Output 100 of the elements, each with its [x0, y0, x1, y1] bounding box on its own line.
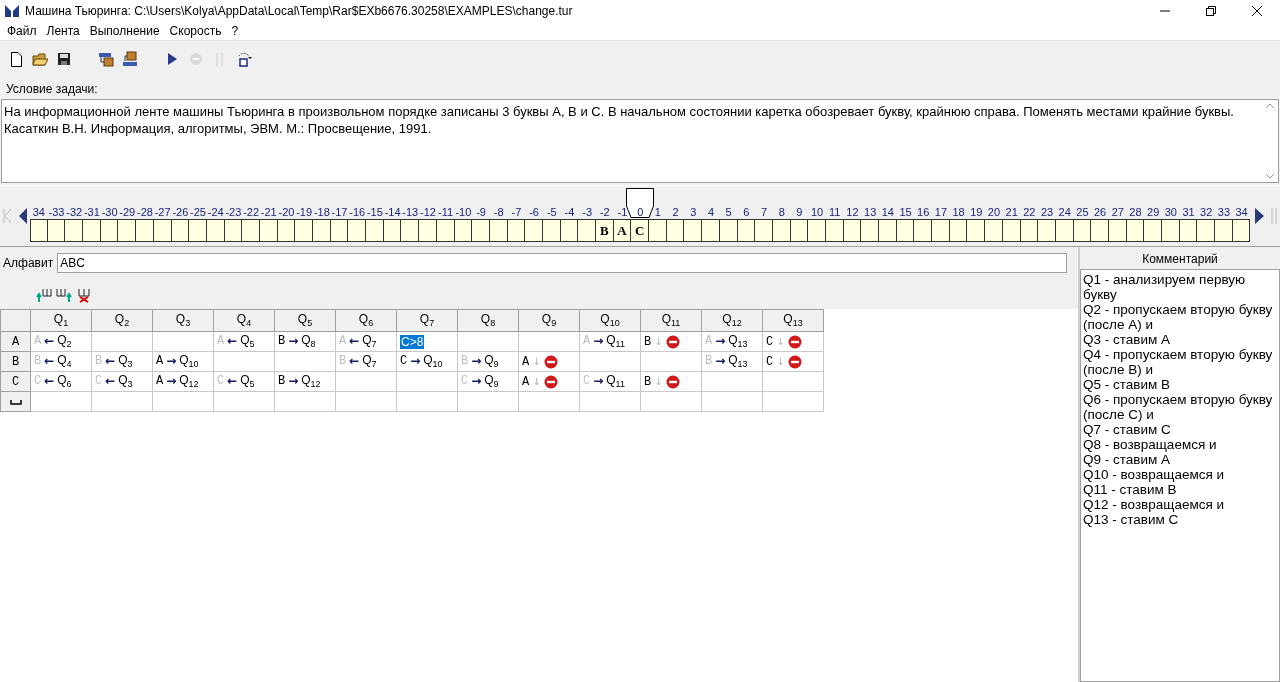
move-arrow: → — [593, 374, 604, 389]
tape-cell[interactable] — [702, 219, 720, 242]
state-column-header: Q$_{10}$ — [579, 309, 641, 332]
comment-line: Q6 - пропускаем вторую букву (после C) и — [1083, 392, 1274, 422]
tape-load-icon — [98, 51, 114, 67]
tape-position-label: 12 — [846, 205, 859, 219]
next-state-label: Q$_{11}$ — [606, 373, 625, 390]
tape-cell[interactable] — [348, 219, 367, 242]
state-column-header: Q$_{11}$ — [640, 309, 702, 332]
menu-item[interactable]: Файл — [2, 24, 42, 38]
tape-cell[interactable] — [313, 219, 331, 242]
scroll-down-icon[interactable] — [1265, 172, 1275, 180]
menu-item[interactable]: ? — [226, 24, 244, 38]
tape-cell[interactable] — [932, 219, 950, 242]
move-arrow: → — [471, 374, 482, 389]
write-symbol: B — [644, 374, 652, 389]
tape-cell[interactable] — [914, 219, 933, 242]
tape-position-label: 3 — [690, 205, 697, 219]
move-arrow: ↓ — [654, 374, 663, 389]
move-arrow: ← — [44, 354, 55, 369]
write-symbol: A — [217, 334, 225, 349]
tape-cell[interactable] — [366, 219, 384, 242]
tape-cell[interactable] — [879, 219, 897, 242]
tape-cell[interactable] — [1197, 219, 1216, 242]
tape-cell[interactable] — [808, 219, 826, 242]
cell-edit-field[interactable]: C>8 — [400, 334, 425, 349]
tape-cell[interactable] — [472, 219, 490, 242]
tape-position-label: 31 — [1182, 205, 1195, 219]
tape-cell[interactable] — [1144, 219, 1162, 242]
step-icon — [236, 51, 252, 67]
tape-save-button[interactable] — [120, 49, 140, 69]
tape-cell[interactable]: C — [631, 219, 650, 242]
comment-line: Q1 - анализируем первую букву — [1083, 272, 1247, 302]
state-column-header: Q$_{13}$ — [762, 309, 824, 332]
move-arrow: ← — [349, 354, 360, 369]
move-arrow: → — [471, 354, 482, 369]
move-arrow: → — [166, 374, 177, 389]
tape-cell[interactable] — [985, 219, 1003, 242]
tape-position-label: -29 — [119, 205, 136, 219]
tape-cell[interactable] — [1091, 219, 1109, 242]
tape-position-label: 9 — [796, 205, 803, 219]
tape-position-label: -31 — [83, 205, 100, 219]
insert-column-right-icon[interactable] — [56, 287, 72, 303]
condition-text-area[interactable] — [1, 99, 1279, 183]
tape-cell[interactable] — [967, 219, 986, 242]
menu-item[interactable]: Лента — [41, 24, 85, 38]
move-arrow: ← — [227, 334, 238, 349]
tape-position-label: 24 — [1058, 205, 1071, 219]
comment-line: Q12 - возвращаемся и — [1083, 497, 1226, 512]
tape-cell[interactable] — [525, 219, 543, 242]
tape-cell[interactable] — [578, 219, 596, 242]
tape-position-label: 32 — [1200, 205, 1213, 219]
tape-position-label: 7 — [760, 205, 768, 219]
next-state-label: Q$_{11}$ — [606, 333, 625, 350]
close-icon — [1252, 6, 1262, 16]
move-arrow: → — [288, 374, 299, 389]
next-state-label: Q$_{5}$ — [240, 373, 255, 390]
tape-cell[interactable]: B — [596, 219, 614, 242]
state-column-header: Q$_{12}$ — [701, 309, 763, 332]
tape-cell[interactable] — [189, 219, 207, 242]
tape-position-label: 0 — [637, 205, 644, 219]
tape-position-label: -11 — [438, 205, 454, 219]
tape-cell[interactable] — [649, 219, 667, 242]
tape-position-label: 25 — [1076, 205, 1089, 219]
tape-cell[interactable] — [118, 219, 137, 242]
scroll-up-icon[interactable] — [1265, 102, 1275, 110]
tape-cell[interactable] — [295, 219, 313, 242]
scroll-right-icon[interactable] — [1255, 208, 1265, 224]
tape-start-icon[interactable] — [3, 209, 12, 223]
tape-cell[interactable] — [83, 219, 101, 242]
alphabet-field[interactable]: ABC — [57, 253, 1067, 273]
scroll-left-icon[interactable] — [18, 208, 27, 224]
tape-cell[interactable] — [419, 219, 437, 242]
tape-cell[interactable] — [861, 219, 879, 242]
tape-position-label: -24 — [207, 205, 224, 219]
tape-cell[interactable] — [30, 219, 48, 242]
tape-position-label: -10 — [455, 205, 472, 219]
restore-icon — [1206, 6, 1216, 16]
tape-cell[interactable] — [401, 219, 420, 242]
tape-cell[interactable] — [755, 219, 773, 242]
write-symbol: C — [583, 374, 591, 389]
menu-item[interactable]: Выполнение — [84, 24, 165, 38]
insert-column-left-icon[interactable] — [36, 287, 52, 303]
menu-item[interactable]: Скорость — [164, 24, 227, 38]
folder-icon — [32, 51, 48, 67]
next-state-label: Q$_{4}$ — [57, 353, 72, 370]
write-symbol: C — [95, 374, 103, 389]
comment-text-area[interactable] — [1080, 269, 1280, 682]
state-column-header: Q$_{6}$ — [335, 309, 397, 332]
move-arrow: → — [410, 354, 421, 369]
tape-cell[interactable] — [136, 219, 154, 242]
tape-cell[interactable] — [1038, 219, 1056, 242]
tape-cell[interactable] — [242, 219, 260, 242]
tape-cell[interactable] — [1162, 219, 1180, 242]
tape-position-label: 15 — [899, 205, 912, 219]
next-state-label: Q$_{7}$ — [362, 333, 377, 350]
delete-column-icon[interactable] — [76, 287, 92, 303]
tape-cell[interactable] — [1215, 219, 1233, 242]
tape-cell[interactable] — [65, 219, 84, 242]
tape-cell[interactable] — [684, 219, 703, 242]
